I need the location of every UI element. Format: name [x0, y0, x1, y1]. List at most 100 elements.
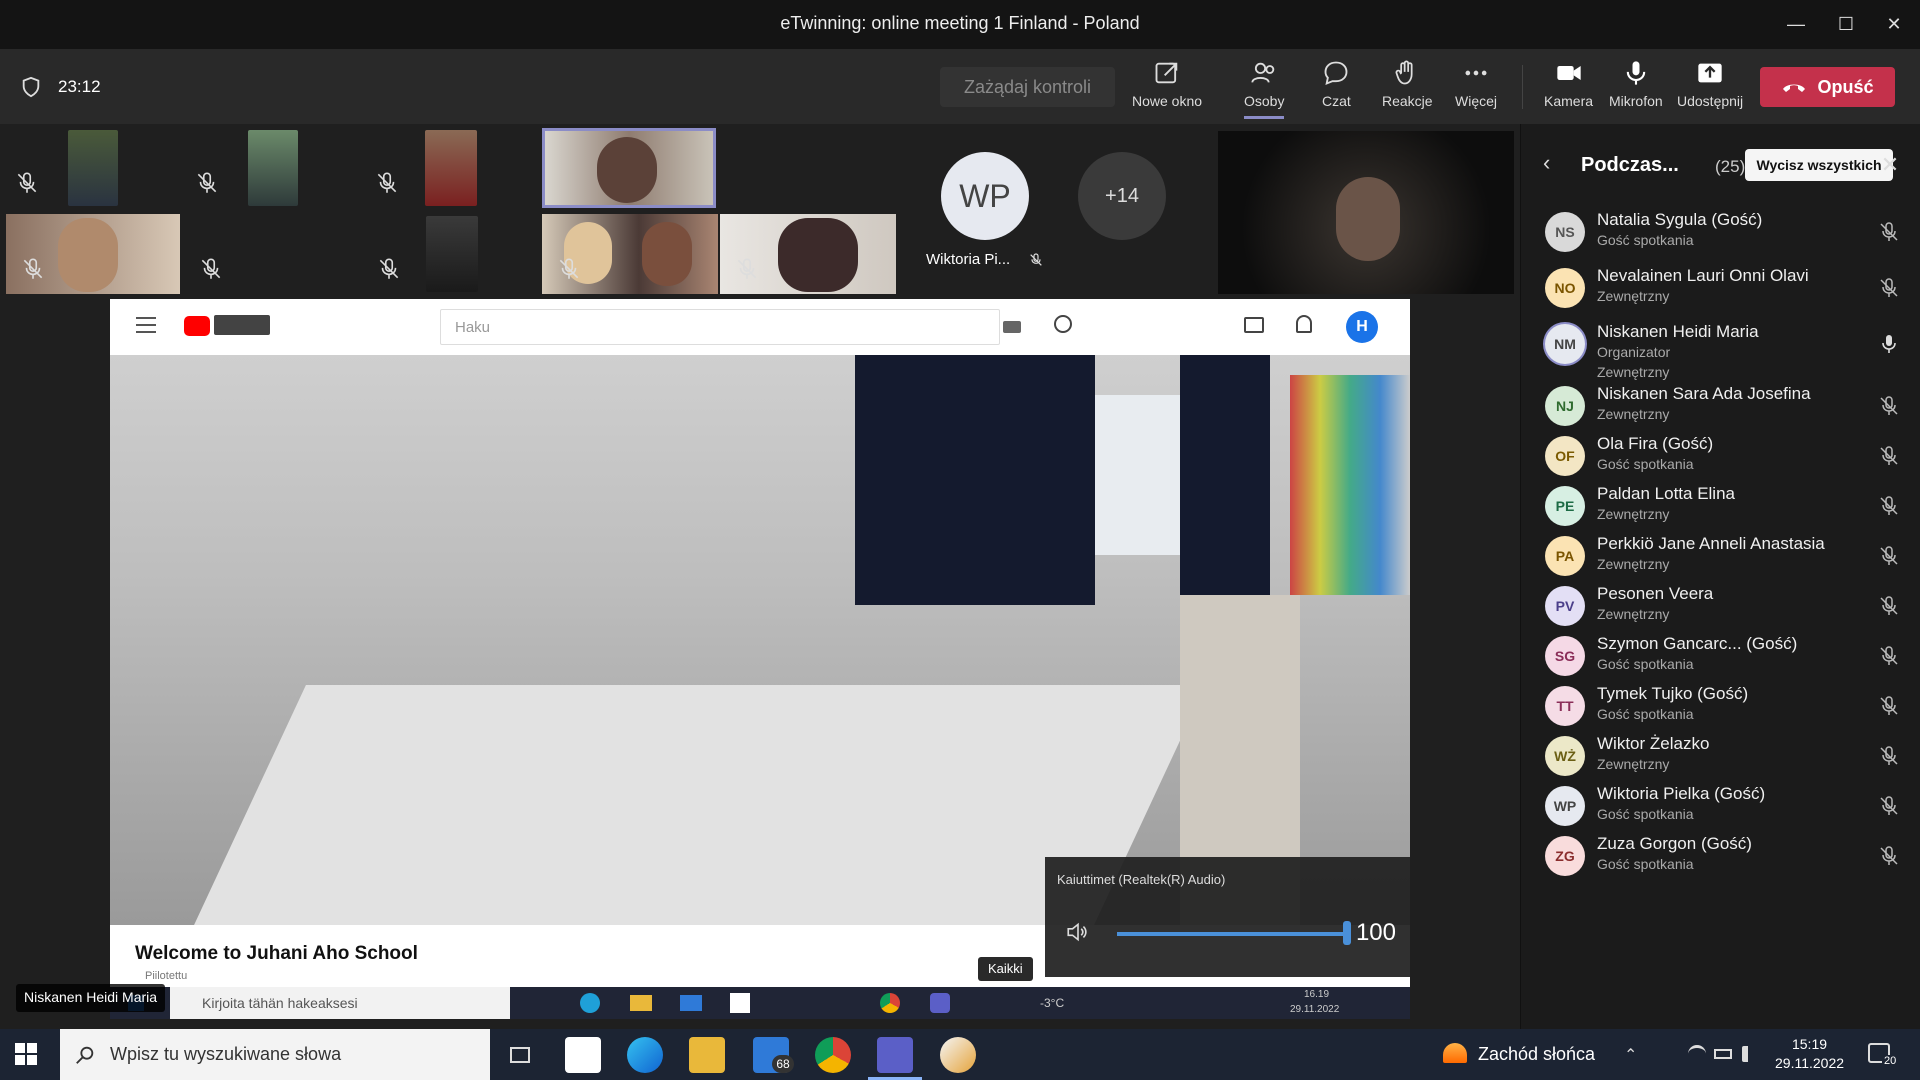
- shield-icon: [22, 76, 40, 98]
- microphone-icon[interactable]: [1877, 332, 1901, 356]
- close-window-icon[interactable]: ✕: [1874, 8, 1914, 40]
- self-view-tile[interactable]: [1218, 131, 1514, 294]
- mic-off-icon[interactable]: [1877, 544, 1901, 568]
- taskbar-date: 29.11.2022: [1775, 1055, 1845, 1071]
- leave-button[interactable]: Opuść: [1760, 67, 1895, 107]
- people-button[interactable]: Osoby: [1244, 59, 1285, 119]
- windows-start-icon[interactable]: [14, 1042, 38, 1066]
- participant-tile[interactable]: [362, 214, 536, 294]
- hamburger-menu-icon[interactable]: [136, 317, 156, 333]
- participant-tile[interactable]: [720, 214, 896, 294]
- volume-slider[interactable]: [1117, 932, 1347, 936]
- more-button[interactable]: Więcej: [1455, 59, 1497, 119]
- share-button[interactable]: Udostępnij: [1677, 59, 1743, 119]
- overflow-participants-button[interactable]: +14: [1078, 152, 1166, 240]
- participant-row[interactable]: NM Niskanen Heidi Maria Organizator Zewnętr…: [1521, 316, 1920, 380]
- store-icon[interactable]: [565, 1037, 601, 1073]
- minimize-icon[interactable]: —: [1776, 8, 1816, 40]
- create-video-icon[interactable]: [1244, 317, 1264, 333]
- file-explorer-icon[interactable]: [689, 1037, 725, 1073]
- participant-tile[interactable]: [184, 214, 358, 294]
- all-chip[interactable]: Kaikki: [978, 957, 1033, 981]
- tray-chevron-up-icon[interactable]: ⌃: [1624, 1045, 1637, 1065]
- avatar: SG: [1545, 636, 1585, 676]
- participant-tile[interactable]: [180, 128, 358, 208]
- notifications-bell-icon[interactable]: [1296, 315, 1312, 333]
- video-shelf: [1290, 375, 1410, 595]
- avatar: ZG: [1545, 836, 1585, 876]
- new-window-button[interactable]: Nowe okno: [1132, 59, 1202, 119]
- chevron-left-icon[interactable]: ‹: [1543, 150, 1567, 180]
- mic-off-icon[interactable]: [1877, 276, 1901, 300]
- participant-count: (25): [1715, 157, 1746, 176]
- participant-row[interactable]: NO Nevalainen Lauri Onni Olavi Zewnętrzny: [1521, 260, 1920, 316]
- participant-name: Tymek Tujko (Gość): [1597, 684, 1749, 703]
- people-label: Osoby: [1244, 93, 1285, 109]
- edge-icon[interactable]: [627, 1037, 663, 1073]
- camera-button[interactable]: Kamera: [1544, 59, 1593, 119]
- request-control-button[interactable]: Zażądaj kontroli: [940, 67, 1115, 107]
- youtube-search-input[interactable]: Haku: [440, 309, 1000, 345]
- mic-off-icon[interactable]: [1877, 594, 1901, 618]
- network-icon[interactable]: [1688, 1045, 1706, 1063]
- participant-row[interactable]: ZG Zuza Gorgon (Gość) Gość spotkania: [1521, 828, 1920, 884]
- taskbar-search-input[interactable]: Wpisz tu wyszukiwane słowa: [60, 1029, 490, 1080]
- paint-icon[interactable]: [940, 1037, 976, 1073]
- active-speaker-tile[interactable]: [542, 128, 716, 208]
- mic-off-icon[interactable]: [1877, 644, 1901, 668]
- mic-off-icon[interactable]: [1877, 220, 1901, 244]
- video-title[interactable]: Welcome to Juhani Aho School: [135, 943, 418, 965]
- chat-button[interactable]: Czat: [1322, 59, 1351, 119]
- window-title: eTwinning: online meeting 1 Finland - Po…: [780, 13, 1140, 33]
- mail-badge: 68: [772, 1055, 794, 1073]
- volume-slider-thumb[interactable]: [1343, 921, 1351, 945]
- avatar[interactable]: WP: [941, 152, 1029, 240]
- battery-icon[interactable]: [1714, 1049, 1732, 1059]
- participant-row[interactable]: OF Ola Fira (Gość) Gość spotkania: [1521, 428, 1920, 484]
- volume-icon[interactable]: [1742, 1046, 1758, 1062]
- microphone-button[interactable]: Mikrofon: [1609, 59, 1663, 119]
- participant-tile[interactable]: [0, 128, 178, 208]
- reactions-button[interactable]: Reakcje: [1382, 59, 1433, 119]
- participant-role: Gość spotkania: [1597, 456, 1694, 472]
- participant-row[interactable]: WŻ Wiktor Żelazko Zewnętrzny: [1521, 728, 1920, 784]
- taskbar-weather[interactable]: Zachód słońca: [1478, 1044, 1595, 1065]
- participant-row[interactable]: NJ Niskanen Sara Ada Josefina Zewnętrzny: [1521, 378, 1920, 434]
- participant-row[interactable]: NS Natalia Sygula (Gość) Gość spotkania: [1521, 206, 1920, 260]
- participant-tile[interactable]: [360, 128, 538, 208]
- mic-off-icon[interactable]: [1877, 394, 1901, 418]
- participant-tile[interactable]: [542, 214, 718, 294]
- participant-row[interactable]: WP Wiktoria Pielka (Gość) Gość spotkania: [1521, 778, 1920, 834]
- participant-row[interactable]: SG Szymon Gancarc... (Gość) Gość spotkania: [1521, 628, 1920, 684]
- speaker-icon[interactable]: [1065, 919, 1091, 945]
- maximize-icon[interactable]: ☐: [1826, 8, 1866, 40]
- participant-row[interactable]: TT Tymek Tujko (Gość) Gość spotkania: [1521, 678, 1920, 734]
- shared-taskbar: Kirjoita tähän hakeaksesi -3°C 16.19 29.…: [110, 987, 1410, 1019]
- keyboard-icon[interactable]: [1003, 321, 1021, 333]
- participant-row[interactable]: PE Paldan Lotta Elina Zewnętrzny: [1521, 478, 1920, 534]
- video-player[interactable]: [110, 355, 1410, 925]
- mic-off-icon[interactable]: [1877, 744, 1901, 768]
- close-icon[interactable]: ✕: [1873, 148, 1907, 182]
- participant-row[interactable]: PA Perkkiö Jane Anneli Anastasia Zewnętrzn…: [1521, 528, 1920, 584]
- chrome-icon[interactable]: [815, 1037, 851, 1073]
- mic-off-icon[interactable]: [1877, 794, 1901, 818]
- avatar: NJ: [1545, 386, 1585, 426]
- search-icon[interactable]: [1054, 315, 1072, 333]
- youtube-logo-icon[interactable]: [184, 316, 210, 336]
- mute-all-button[interactable]: Wycisz wszystkich: [1745, 149, 1893, 181]
- mic-off-icon[interactable]: [1877, 694, 1901, 718]
- volume-value: 100: [1355, 919, 1396, 946]
- mic-off-icon[interactable]: [1877, 494, 1901, 518]
- mic-off-icon[interactable]: [1877, 844, 1901, 868]
- mic-off-icon[interactable]: [1877, 444, 1901, 468]
- participant-row[interactable]: PV Pesonen Veera Zewnętrzny: [1521, 578, 1920, 634]
- account-avatar-icon[interactable]: H: [1346, 311, 1378, 343]
- mic-off-icon: [1030, 253, 1043, 266]
- participant-tile[interactable]: [6, 214, 180, 294]
- taskbar-clock[interactable]: 15:19 29.11.2022: [1775, 1035, 1844, 1073]
- more-icon: [1465, 70, 1487, 76]
- avatar-name: Wiktoria Pi...: [926, 251, 1044, 268]
- teams-icon[interactable]: [877, 1037, 913, 1073]
- task-view-icon[interactable]: [502, 1037, 538, 1073]
